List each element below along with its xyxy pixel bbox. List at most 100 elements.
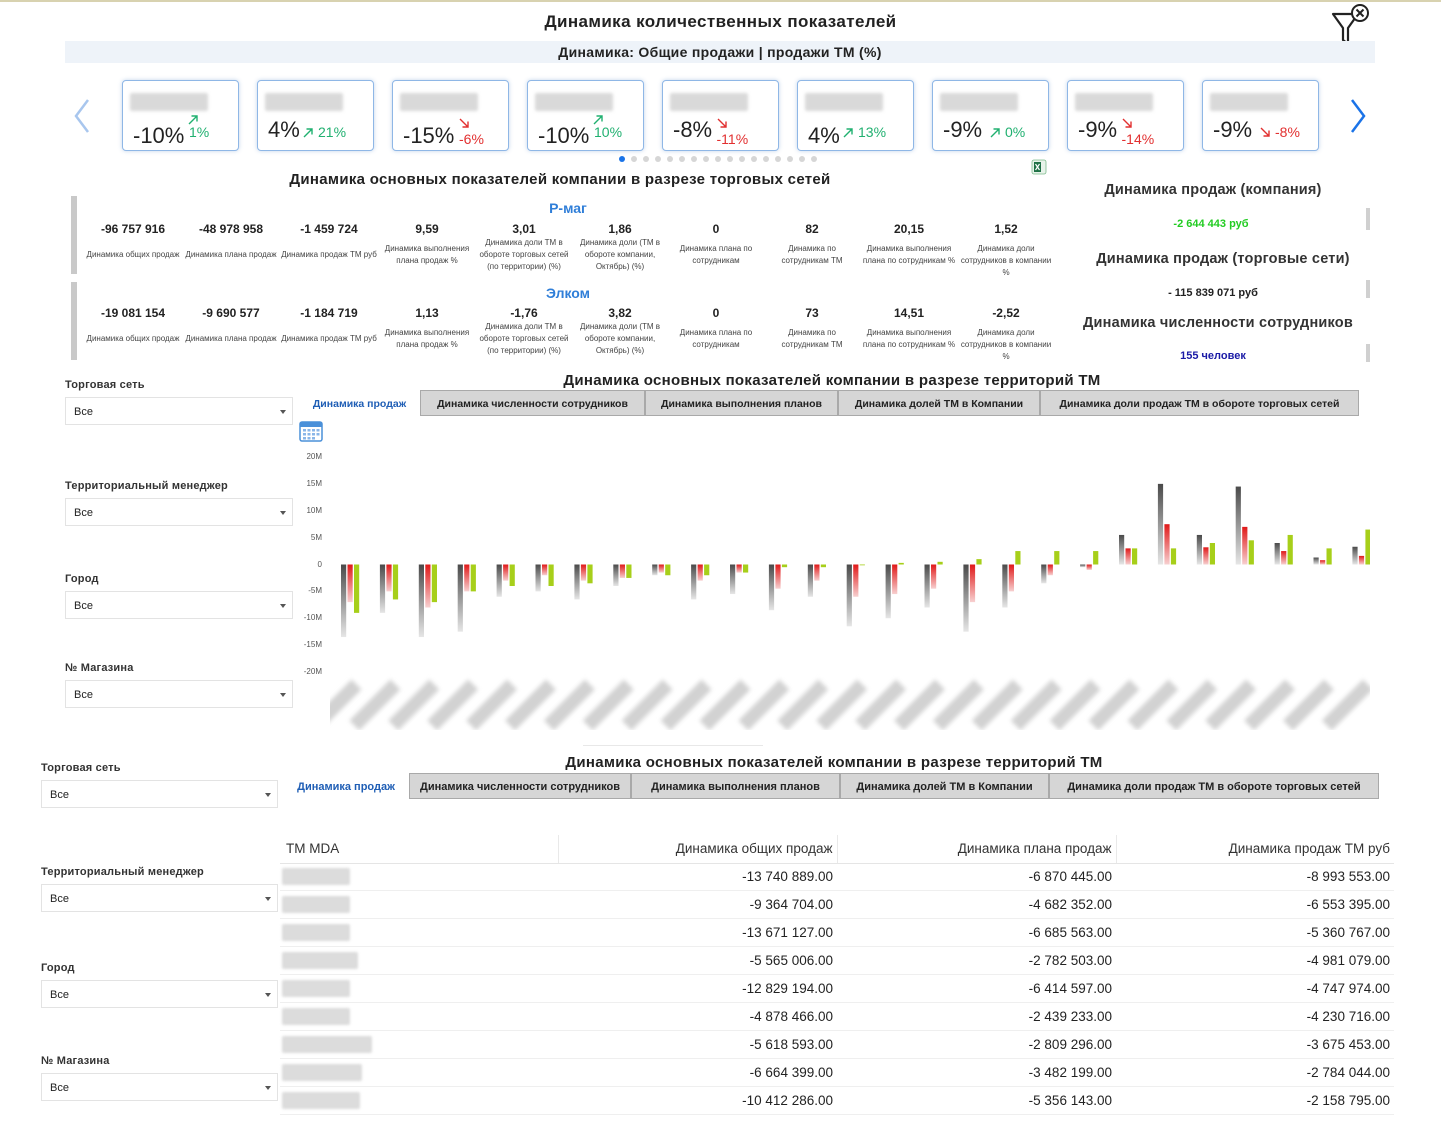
kpi-card[interactable]: -10% 10% bbox=[527, 80, 644, 151]
pagination-dot[interactable] bbox=[715, 156, 721, 162]
bar[interactable] bbox=[626, 564, 632, 578]
bar[interactable] bbox=[542, 564, 548, 576]
network-select[interactable]: Все bbox=[41, 780, 278, 808]
bar[interactable] bbox=[1054, 551, 1060, 565]
pagination-dot[interactable] bbox=[775, 156, 781, 162]
bar[interactable] bbox=[1041, 564, 1047, 584]
pagination-dot[interactable] bbox=[787, 156, 793, 162]
calendar-icon[interactable] bbox=[299, 420, 323, 442]
bar[interactable] bbox=[1358, 555, 1365, 565]
tab-sales[interactable]: Динамика продаж bbox=[300, 390, 419, 416]
manager-select[interactable]: Все bbox=[41, 884, 278, 912]
bar[interactable] bbox=[898, 562, 904, 565]
pagination-dot[interactable] bbox=[703, 156, 709, 162]
bar[interactable] bbox=[730, 564, 736, 595]
city-select[interactable]: Все bbox=[65, 591, 293, 619]
bar[interactable] bbox=[1281, 551, 1287, 565]
bar[interactable] bbox=[976, 559, 982, 565]
scrollbar[interactable] bbox=[1366, 280, 1370, 298]
bar[interactable] bbox=[814, 564, 820, 581]
kpi-card[interactable]: -9% 0% bbox=[932, 80, 1049, 151]
bar[interactable] bbox=[496, 564, 502, 597]
table-row[interactable]: -13 740 889.00 -6 870 445.00 -8 993 553.00 bbox=[280, 863, 1394, 892]
bar[interactable] bbox=[457, 564, 463, 632]
bar[interactable] bbox=[418, 564, 424, 638]
bar[interactable] bbox=[470, 564, 476, 592]
bar[interactable] bbox=[548, 564, 554, 587]
kpi-card[interactable]: 4% 13% bbox=[797, 80, 914, 151]
tab-tm-share[interactable]: Динамика долей ТМ в Компании bbox=[838, 390, 1040, 416]
bar[interactable] bbox=[1235, 486, 1241, 565]
excel-export-icon[interactable] bbox=[1031, 159, 1047, 175]
tab-plans[interactable]: Динамика выполнения планов bbox=[631, 773, 840, 799]
pagination-dot[interactable] bbox=[763, 156, 769, 162]
bar[interactable] bbox=[1170, 548, 1177, 565]
bar[interactable] bbox=[892, 564, 898, 595]
scrollbar[interactable] bbox=[1366, 344, 1370, 362]
bar[interactable] bbox=[1320, 560, 1326, 565]
table-row[interactable]: -5 618 593.00 -2 809 296.00 -3 675 453.00 bbox=[280, 1030, 1394, 1059]
bar[interactable] bbox=[379, 564, 386, 613]
bar[interactable] bbox=[574, 564, 580, 600]
bar[interactable] bbox=[937, 561, 943, 565]
bar[interactable] bbox=[768, 564, 775, 611]
bar[interactable] bbox=[697, 564, 703, 581]
bar[interactable] bbox=[1248, 540, 1254, 565]
bar[interactable] bbox=[509, 564, 515, 587]
bar[interactable] bbox=[1287, 534, 1293, 565]
bar[interactable] bbox=[613, 564, 619, 587]
bar[interactable] bbox=[859, 564, 865, 566]
bar[interactable] bbox=[1132, 548, 1138, 565]
bar[interactable] bbox=[1086, 564, 1092, 570]
bar[interactable] bbox=[354, 564, 360, 613]
pagination-dot[interactable] bbox=[691, 156, 697, 162]
bar[interactable] bbox=[347, 564, 353, 603]
manager-select[interactable]: Все bbox=[65, 498, 293, 526]
pagination-dot[interactable] bbox=[631, 156, 637, 162]
bar[interactable] bbox=[580, 564, 587, 581]
store-select[interactable]: Все bbox=[41, 1073, 278, 1101]
bar[interactable] bbox=[781, 564, 788, 568]
tab-plans[interactable]: Динамика выполнения планов bbox=[645, 390, 838, 416]
bar[interactable] bbox=[658, 564, 664, 573]
chevron-left-icon[interactable] bbox=[68, 96, 96, 136]
bar[interactable] bbox=[1209, 543, 1215, 565]
table-row[interactable]: -9 364 704.00 -4 682 352.00 -6 553 395.00 bbox=[280, 890, 1394, 920]
bar[interactable] bbox=[736, 564, 742, 573]
bar[interactable] bbox=[1047, 564, 1053, 576]
bar[interactable] bbox=[775, 564, 781, 589]
bar[interactable] bbox=[704, 564, 710, 576]
bar[interactable] bbox=[1365, 529, 1370, 565]
pagination-dot[interactable] bbox=[811, 156, 817, 162]
bar[interactable] bbox=[807, 564, 813, 597]
bar[interactable] bbox=[503, 564, 509, 581]
kpi-card[interactable]: -15% -6% bbox=[392, 80, 509, 151]
bar[interactable] bbox=[665, 564, 671, 576]
bar[interactable] bbox=[386, 564, 392, 592]
tab-tm-network-share[interactable]: Динамика доли продаж ТМ в обороте торгов… bbox=[1040, 390, 1359, 416]
column-header[interactable]: ТМ MDA bbox=[280, 835, 558, 864]
bar[interactable] bbox=[969, 564, 976, 603]
bar[interactable] bbox=[1125, 548, 1131, 565]
kpi-card[interactable]: -9% -8% bbox=[1202, 80, 1319, 151]
bar[interactable] bbox=[535, 564, 541, 592]
table-row[interactable]: -10 412 286.00 -5 356 143.00 -2 158 795.00 bbox=[280, 1086, 1394, 1115]
pagination-dot[interactable] bbox=[643, 156, 649, 162]
pagination-dot[interactable] bbox=[655, 156, 661, 162]
kpi-card[interactable]: 4% 21% bbox=[257, 80, 374, 151]
bar[interactable] bbox=[1203, 547, 1209, 565]
pagination-dot[interactable] bbox=[739, 156, 745, 162]
bar[interactable] bbox=[587, 564, 593, 584]
bar[interactable] bbox=[885, 564, 891, 619]
kpi-card[interactable]: -10% 1% bbox=[122, 80, 239, 151]
bar[interactable] bbox=[1015, 551, 1021, 565]
bar[interactable] bbox=[820, 564, 826, 568]
bar[interactable] bbox=[431, 564, 437, 603]
tab-sales[interactable]: Динамика продаж bbox=[283, 773, 409, 799]
table-row[interactable]: -13 671 127.00 -6 685 563.00 -5 360 767.00 bbox=[280, 918, 1394, 948]
scrollbar[interactable] bbox=[1366, 208, 1370, 230]
bar[interactable] bbox=[652, 564, 658, 576]
bar[interactable] bbox=[1157, 483, 1164, 565]
column-header[interactable]: Динамика общих продаж bbox=[557, 835, 837, 864]
tab-tm-share[interactable]: Динамика долей ТМ в Компании bbox=[840, 773, 1049, 799]
